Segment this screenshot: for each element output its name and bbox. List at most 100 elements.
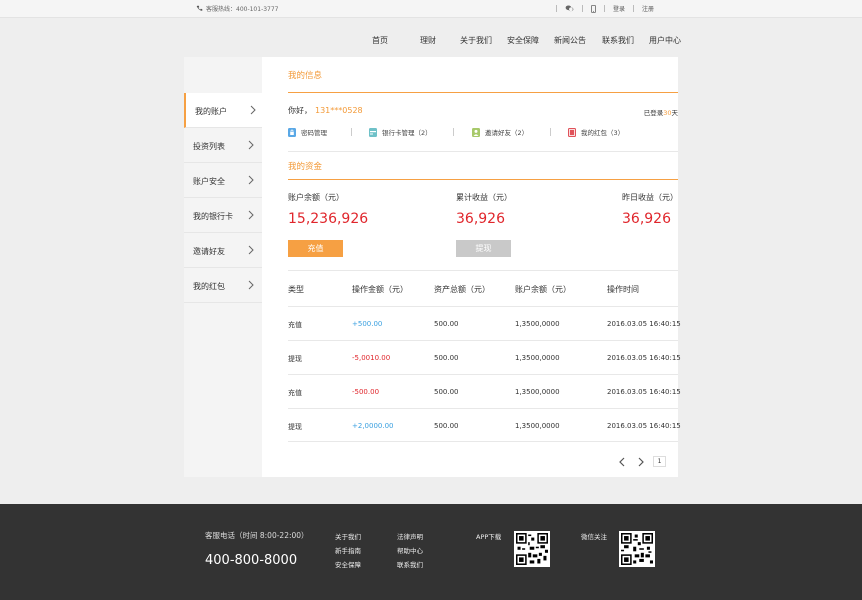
cell-total: 500.00 (434, 320, 459, 328)
sidebar-item-invite[interactable]: 邀请好友 (184, 233, 262, 268)
nav-news[interactable]: 新闻公告 (554, 35, 586, 46)
section-divider (288, 92, 678, 93)
divider (550, 128, 551, 136)
sidebar-item-account[interactable]: 我的账户 (184, 93, 262, 128)
qr-code-icon (621, 533, 653, 565)
qr-code-icon (516, 533, 548, 565)
page-number-input[interactable]: 1 (653, 456, 666, 467)
redpacket-icon (568, 127, 576, 137)
footer-link-legal[interactable]: 法律声明 (397, 531, 423, 541)
register-link[interactable]: 注册 (642, 4, 654, 13)
chevron-right-icon (248, 140, 254, 150)
cell-balance: 1,3500,0000 (515, 422, 560, 430)
chevron-right-icon (248, 210, 254, 220)
mobile-icon[interactable] (591, 4, 596, 13)
sidebar-item-redpackets[interactable]: 我的红包 (184, 268, 262, 303)
top-links: 登录 注册 (548, 4, 654, 13)
phone-icon (196, 5, 203, 11)
link-label: 密码管理 (301, 129, 327, 137)
user-phone: 131***0528 (315, 106, 363, 115)
cell-amount: -500.00 (352, 388, 380, 396)
quick-links: 密码管理 银行卡管理（2） 邀请好友（2） 我的红包（3） (288, 127, 678, 139)
hotline-text: 客服热线：400-101-3777 (206, 6, 279, 13)
wechat-icon[interactable] (565, 5, 574, 12)
link-password[interactable]: 密码管理 (288, 127, 327, 137)
main-panel: 我的账户 投资列表 账户安全 我的银行卡 邀请好友 我的红包 我的信息 你好， 1 (184, 57, 681, 477)
main-nav: 首页 理财 关于我们 安全保障 新闻公告 联系我们 用户中心 (0, 18, 862, 57)
sidebar-item-investments[interactable]: 投资列表 (184, 128, 262, 163)
footer-link-contact[interactable]: 联系我们 (397, 559, 423, 569)
cell-amount: -5,0010.00 (352, 354, 391, 362)
cell-total: 500.00 (434, 422, 459, 430)
cell-time: 2016.03.05 16:40:15 (607, 422, 681, 430)
cell-type: 充值 (288, 321, 302, 329)
nav-contact[interactable]: 联系我们 (602, 35, 634, 46)
next-page-icon[interactable] (637, 457, 645, 467)
cell-amount: +2,0000.00 (352, 422, 394, 430)
logged-days: 已登录30天 (644, 107, 678, 117)
footer-phone-number: 400-800-8000 (205, 553, 298, 568)
app-qr-code (514, 531, 550, 567)
section-title-funds: 我的资金 (288, 162, 323, 172)
sidebar-item-label: 我的银行卡 (193, 212, 233, 221)
footer-link-about[interactable]: 关于我们 (335, 531, 361, 541)
recharge-button[interactable]: 充值 (288, 240, 343, 257)
link-label: 我的红包（3） (581, 129, 625, 137)
sidebar-item-label: 账户安全 (193, 177, 225, 186)
logged-suffix: 天 (671, 109, 679, 117)
divider (556, 5, 557, 12)
total-earnings-label: 累计收益（元） (456, 193, 512, 202)
cell-type: 充值 (288, 389, 302, 397)
sidebar-item-security[interactable]: 账户安全 (184, 163, 262, 198)
chevron-right-icon (248, 175, 254, 185)
link-redpacket[interactable]: 我的红包（3） (568, 127, 624, 137)
yesterday-earnings-value: 36,926 (622, 211, 671, 227)
prev-page-icon[interactable] (618, 457, 626, 467)
cell-type: 提现 (288, 423, 302, 431)
friend-icon (472, 127, 480, 137)
link-label: 银行卡管理（2） (382, 129, 432, 137)
link-label: 邀请好友（2） (485, 129, 529, 137)
nav-finance[interactable]: 理财 (420, 35, 436, 46)
section-title-info: 我的信息 (288, 71, 323, 81)
footer-link-help[interactable]: 帮助中心 (397, 545, 423, 555)
divider (351, 128, 352, 136)
wechat-qr-code (619, 531, 655, 567)
link-bankcard[interactable]: 银行卡管理（2） (369, 127, 432, 137)
footer-link-guide[interactable]: 新手指南 (335, 545, 361, 555)
section-divider (288, 179, 678, 180)
cell-total: 500.00 (434, 354, 459, 362)
chevron-right-icon (250, 105, 256, 115)
divider (604, 5, 605, 12)
yesterday-earnings-label: 昨日收益（元） (622, 193, 678, 202)
balance-value: 15,236,926 (288, 211, 369, 227)
login-link[interactable]: 登录 (613, 4, 625, 13)
divider (288, 151, 678, 152)
nav-user-center[interactable]: 用户中心 (649, 35, 681, 46)
nav-about[interactable]: 关于我们 (460, 35, 492, 46)
table-header-balance: 账户余额（元） (515, 285, 571, 294)
withdraw-button[interactable]: 提现 (456, 240, 511, 257)
sidebar-item-bankcards[interactable]: 我的银行卡 (184, 198, 262, 233)
table-header-type: 类型 (288, 285, 304, 294)
divider (633, 5, 635, 12)
footer: 客服电话（时间 8:00-22:00） 400-800-8000 关于我们 新手… (0, 504, 862, 600)
cell-time: 2016.03.05 16:40:15 (607, 388, 681, 396)
greeting: 你好， 131***0528 (288, 105, 363, 116)
sidebar-item-label: 投资列表 (193, 142, 225, 151)
table-header-time: 操作时间 (607, 285, 639, 294)
sidebar-item-label: 我的账户 (195, 107, 227, 116)
table-row: 提现 +2,0000.00 500.00 1,3500,0000 2016.03… (288, 408, 681, 442)
nav-home[interactable]: 首页 (372, 35, 388, 46)
card-icon (369, 127, 377, 137)
divider (453, 128, 454, 136)
table-row: 提现 -5,0010.00 500.00 1,3500,0000 2016.03… (288, 340, 681, 374)
cell-amount: +500.00 (352, 320, 383, 328)
lock-icon (288, 127, 296, 137)
footer-link-security[interactable]: 安全保障 (335, 559, 361, 569)
nav-security[interactable]: 安全保障 (507, 35, 539, 46)
cell-time: 2016.03.05 16:40:15 (607, 320, 681, 328)
sidebar-item-label: 我的红包 (193, 282, 225, 291)
link-invite[interactable]: 邀请好友（2） (472, 127, 528, 137)
table-header-amount: 操作金额（元） (352, 285, 408, 294)
